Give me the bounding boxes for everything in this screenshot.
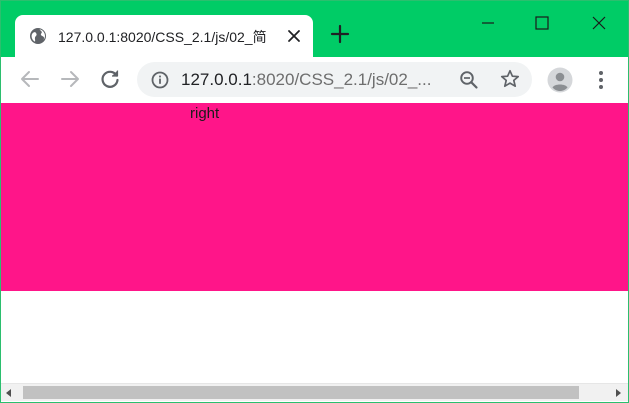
tab-title: 127.0.0.1:8020/CSS_2.1/js/02_简 — [58, 29, 267, 45]
browser-tab[interactable]: 127.0.0.1:8020/CSS_2.1/js/02_简 — [15, 15, 313, 57]
bookmark-star-icon[interactable] — [500, 69, 520, 89]
more-menu-icon[interactable] — [589, 67, 613, 93]
title-bar: 127.0.0.1:8020/CSS_2.1/js/02_简 — [1, 1, 628, 57]
url-text[interactable]: 127.0.0.1:8020/CSS_2.1/js/02_... — [181, 69, 451, 91]
window-close-icon[interactable] — [584, 9, 614, 37]
url-path: :8020/CSS_2.1/js/02_... — [251, 70, 432, 89]
back-arrow-icon[interactable] — [18, 67, 42, 91]
scrollbar-thumb[interactable] — [23, 386, 579, 399]
minimize-icon[interactable] — [473, 9, 503, 37]
address-bar[interactable]: 127.0.0.1:8020/CSS_2.1/js/02_... — [137, 62, 532, 97]
new-tab-plus-icon[interactable] — [329, 23, 351, 45]
forward-arrow-icon[interactable] — [58, 67, 82, 91]
profile-avatar-icon[interactable] — [547, 67, 573, 93]
browser-window: 127.0.0.1:8020/CSS_2.1/js/02_简 127.0.0.1… — [0, 0, 629, 403]
scroll-left-arrow-icon[interactable] — [3, 387, 15, 399]
close-tab-icon[interactable] — [285, 27, 303, 45]
maximize-icon[interactable] — [527, 9, 557, 37]
scroll-right-arrow-icon[interactable] — [612, 387, 624, 399]
info-icon[interactable] — [151, 71, 169, 89]
reload-icon[interactable] — [98, 67, 122, 91]
horizontal-scrollbar[interactable] — [1, 383, 628, 401]
block-label: right — [190, 105, 220, 122]
globe-icon — [30, 28, 46, 44]
pink-content-block: right — [1, 103, 628, 291]
url-host: 127.0.0.1 — [181, 70, 252, 89]
browser-toolbar: 127.0.0.1:8020/CSS_2.1/js/02_... — [1, 57, 628, 103]
zoom-out-icon[interactable] — [459, 70, 479, 90]
page-viewport: right — [1, 103, 628, 383]
